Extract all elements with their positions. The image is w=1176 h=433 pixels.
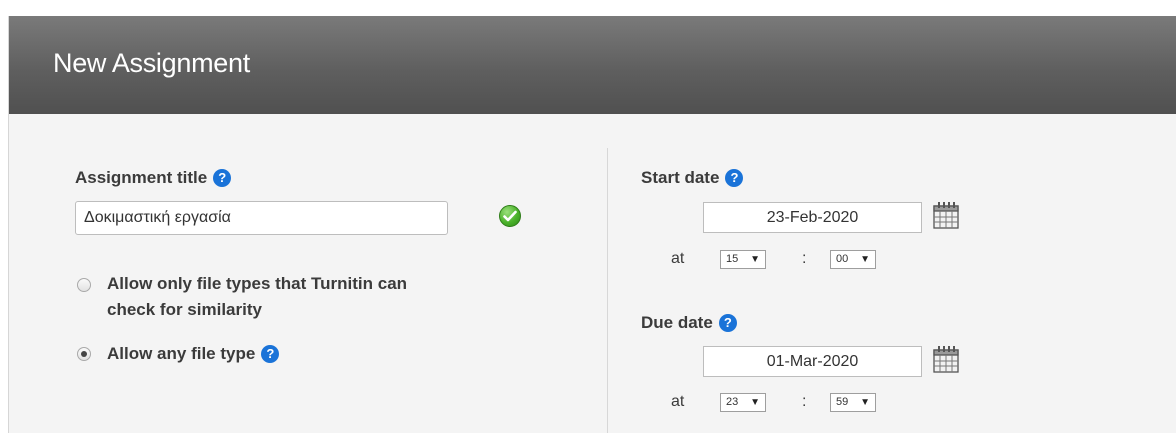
time-separator: :: [802, 250, 807, 267]
calendar-icon[interactable]: [931, 344, 961, 374]
page-title: New Assignment: [53, 48, 250, 78]
radio-label-line-2: check for similarity: [107, 300, 262, 319]
radio-any-file-type-text: Allow any file type: [107, 344, 256, 363]
time-separator: :: [802, 393, 807, 410]
new-assignment-panel: New Assignment Assignment title? Allow o…: [8, 16, 1176, 433]
due-date-label: Due date?: [641, 313, 737, 333]
due-date-label-text: Due date: [641, 313, 713, 332]
radio-label-line-1: Allow only file types that Turnitin can: [107, 274, 408, 293]
calendar-icon[interactable]: [931, 200, 961, 230]
valid-check-icon: [499, 205, 521, 227]
panel-header: New Assignment: [9, 16, 1176, 114]
radio-any-file-type-label[interactable]: Allow any file type?: [107, 341, 280, 367]
help-icon[interactable]: ?: [261, 345, 280, 363]
column-divider: [607, 148, 608, 433]
start-date-input[interactable]: [703, 202, 922, 233]
help-icon[interactable]: ?: [213, 169, 232, 187]
due-date-input[interactable]: [703, 346, 922, 377]
chevron-down-icon: ▼: [750, 254, 760, 265]
start-at-label: at: [671, 250, 685, 267]
start-minute-select[interactable]: 00 ▼: [830, 250, 876, 269]
radio-any-file-type[interactable]: [77, 347, 91, 361]
chevron-down-icon: ▼: [750, 397, 760, 408]
assignment-title-input[interactable]: [75, 201, 448, 235]
due-at-label: at: [671, 393, 685, 410]
start-hour-select[interactable]: 15 ▼: [720, 250, 766, 269]
due-minute-select[interactable]: 59 ▼: [830, 393, 876, 412]
start-minute-value: 00: [836, 253, 849, 265]
help-icon[interactable]: ?: [718, 314, 737, 332]
chevron-down-icon: ▼: [860, 254, 870, 265]
due-hour-value: 23: [726, 396, 739, 408]
due-hour-select[interactable]: 23 ▼: [720, 393, 766, 412]
assignment-title-label: Assignment title?: [75, 168, 232, 188]
help-icon[interactable]: ?: [725, 169, 744, 187]
assignment-title-label-text: Assignment title: [75, 168, 208, 187]
radio-turnitin-file-types-label[interactable]: Allow only file types that Turnitin can …: [107, 271, 407, 323]
chevron-down-icon: ▼: [860, 397, 870, 408]
radio-turnitin-file-types[interactable]: [77, 278, 91, 292]
due-minute-value: 59: [836, 396, 849, 408]
start-date-label-text: Start date: [641, 168, 720, 187]
start-date-label: Start date?: [641, 168, 744, 188]
start-hour-value: 15: [726, 253, 739, 265]
